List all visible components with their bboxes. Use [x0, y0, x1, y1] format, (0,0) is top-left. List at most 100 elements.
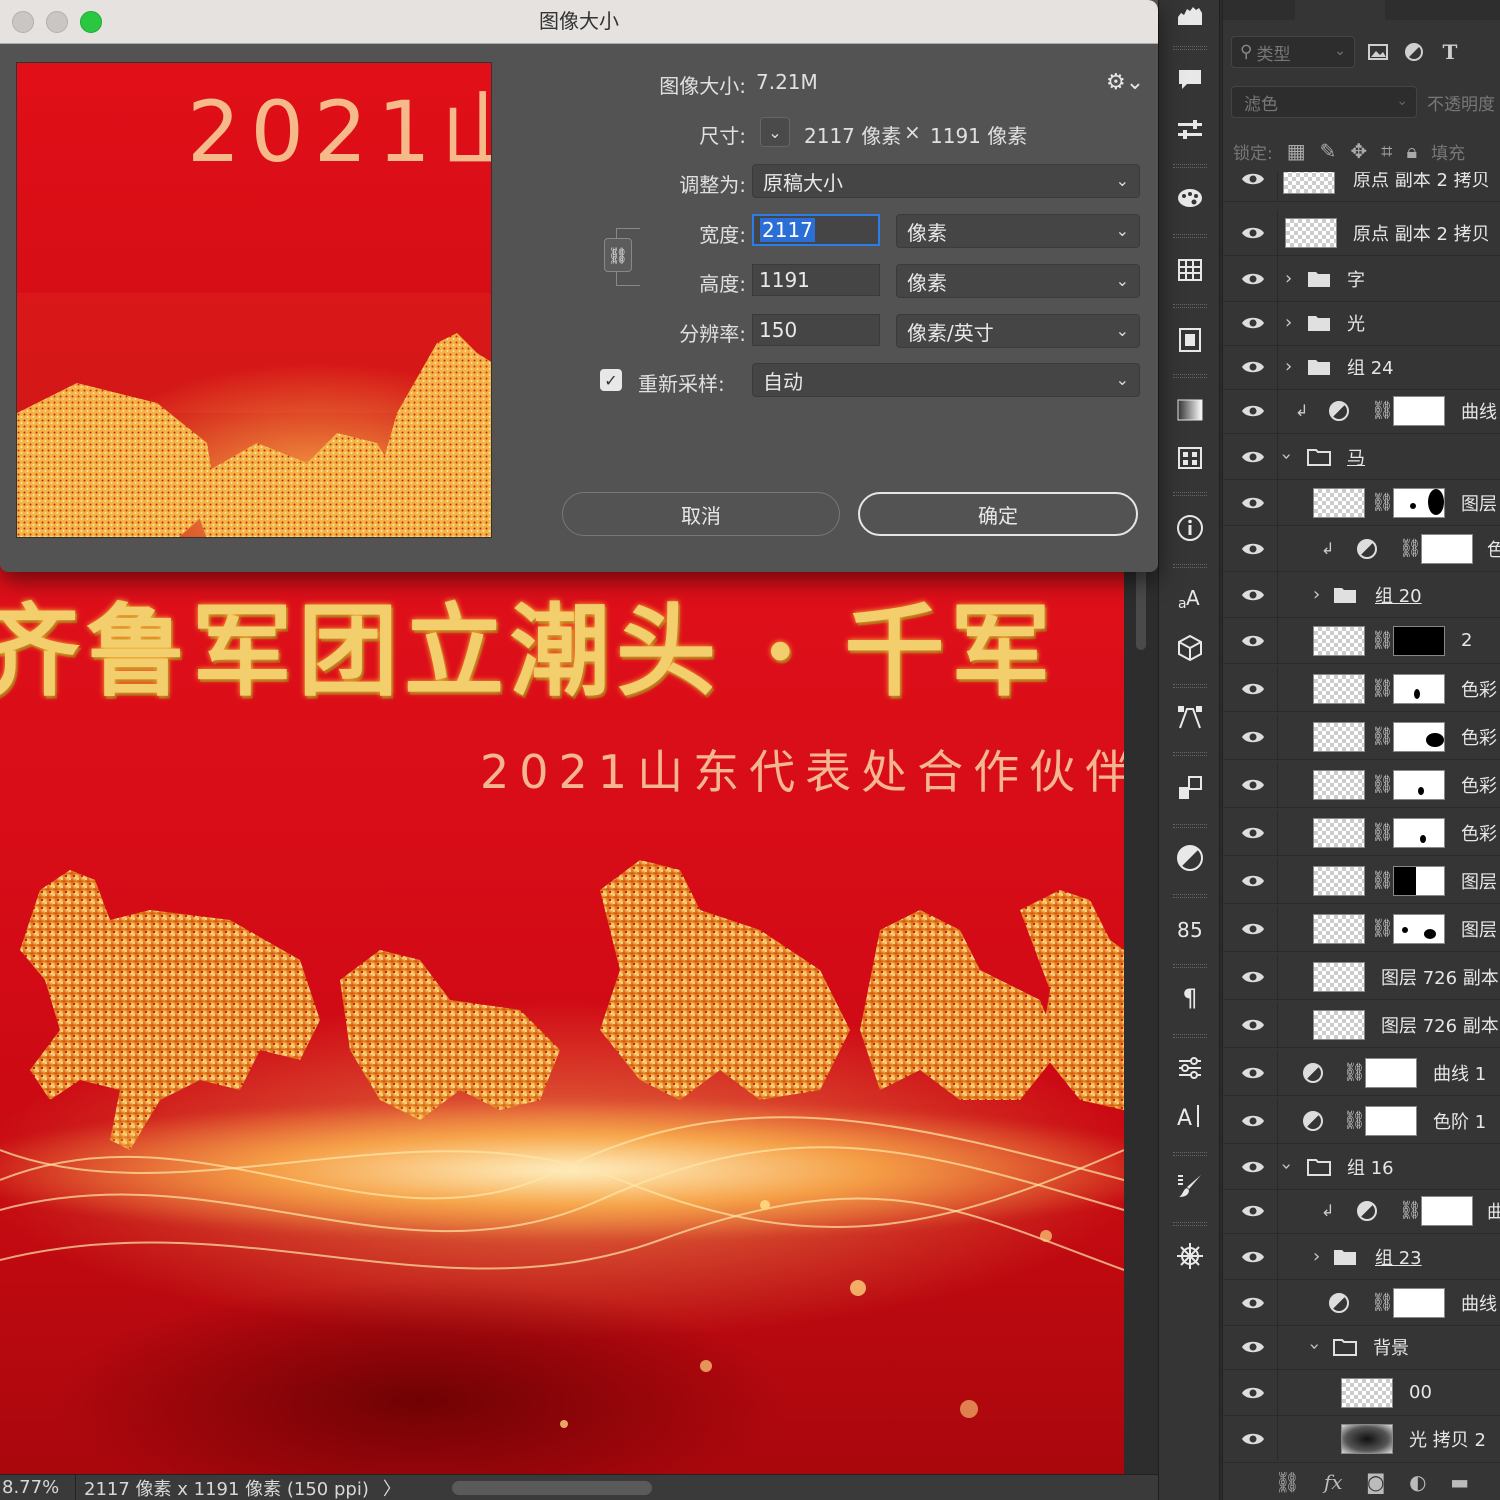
panel-grip[interactable]: [1173, 164, 1207, 168]
mask-link-icon[interactable]: ⛓: [1399, 538, 1422, 559]
tab-layers[interactable]: [1223, 0, 1293, 20]
mask-link-icon[interactable]: ⛓: [1371, 774, 1394, 795]
layer-row[interactable]: ⛓ 图层: [1223, 858, 1500, 904]
visibility-eye-icon[interactable]: [1241, 1249, 1265, 1265]
libraries-icon[interactable]: [1174, 324, 1206, 356]
visibility-eye-icon[interactable]: [1241, 873, 1265, 889]
mask-link-icon[interactable]: ⛓: [1371, 630, 1394, 651]
layer-row[interactable]: › 组 16: [1223, 1144, 1500, 1190]
expand-chevron-icon[interactable]: ›: [1313, 1246, 1320, 1267]
visibility-eye-icon[interactable]: [1241, 825, 1265, 841]
layer-row[interactable]: ↲ ⛓ 色: [1223, 526, 1500, 572]
layer-row[interactable]: 原点 副本 2 拷贝: [1223, 172, 1500, 202]
layer-row[interactable]: 光 拷贝 2: [1223, 1416, 1500, 1460]
visibility-eye-icon[interactable]: [1241, 921, 1265, 937]
mask-link-icon[interactable]: ⛓: [1371, 918, 1394, 939]
layer-row[interactable]: 图层 726 副本: [1223, 954, 1500, 1000]
3d-cube-icon[interactable]: [1174, 632, 1206, 664]
lock-transparent-pixels-icon[interactable]: ▦: [1287, 139, 1306, 163]
layer-row[interactable]: ⛓ 色阶 1: [1223, 1098, 1500, 1144]
mask-link-icon[interactable]: ⛓: [1343, 1062, 1366, 1083]
dialog-titlebar[interactable]: 图像大小: [0, 0, 1158, 44]
layer-row[interactable]: ⛓ 色彩: [1223, 666, 1500, 712]
pixel-layer-filter-icon[interactable]: [1365, 39, 1391, 65]
height-input[interactable]: 1191: [752, 264, 880, 296]
visibility-eye-icon[interactable]: [1241, 1159, 1265, 1175]
resample-method-select[interactable]: 自动 ⌄: [752, 363, 1140, 397]
clone-source-icon[interactable]: [1174, 772, 1206, 804]
width-input[interactable]: 2117: [752, 214, 880, 246]
cancel-button[interactable]: 取消: [562, 492, 840, 536]
adjustment-layer-filter-icon[interactable]: [1401, 39, 1427, 65]
layer-row[interactable]: ⛓ 曲线 1: [1223, 1050, 1500, 1096]
visibility-eye-icon[interactable]: [1241, 1295, 1265, 1311]
visibility-eye-icon[interactable]: [1241, 172, 1265, 187]
layer-row[interactable]: › 组 23: [1223, 1234, 1500, 1280]
comments-icon[interactable]: [1174, 64, 1206, 96]
panel-grip[interactable]: [1173, 752, 1207, 756]
collapse-chevron-icon[interactable]: ›: [1304, 1343, 1325, 1350]
panel-grip[interactable]: [1173, 304, 1207, 308]
collapse-chevron-icon[interactable]: ›: [1276, 1163, 1297, 1170]
mask-link-icon[interactable]: ⛓: [1399, 1200, 1422, 1221]
width-unit-select[interactable]: 像素 ⌄: [896, 214, 1140, 248]
character-styles-icon[interactable]: aA: [1174, 582, 1206, 614]
visibility-eye-icon[interactable]: [1241, 495, 1265, 511]
character-icon[interactable]: A: [1174, 1100, 1206, 1132]
visibility-eye-icon[interactable]: [1241, 359, 1265, 375]
panel-grip[interactable]: [1173, 824, 1207, 828]
lock-artboard-icon[interactable]: ⌗: [1381, 139, 1392, 163]
layer-row[interactable]: ⛓ 2: [1223, 618, 1500, 664]
blend-mode-select[interactable]: 滤色 ⌄: [1231, 86, 1417, 118]
adjustments-sliders-icon[interactable]: [1174, 114, 1206, 146]
height-unit-select[interactable]: 像素 ⌄: [896, 264, 1140, 298]
paths-icon[interactable]: [1174, 702, 1206, 734]
visibility-eye-icon[interactable]: [1241, 969, 1265, 985]
lock-position-icon[interactable]: ✥: [1350, 139, 1367, 163]
layer-row[interactable]: ⛓ 图层: [1223, 906, 1500, 952]
panel-grip[interactable]: [1173, 894, 1207, 898]
layer-row[interactable]: 图层 726 副本: [1223, 1002, 1500, 1048]
layer-row[interactable]: ⛓ 色彩: [1223, 762, 1500, 808]
visibility-eye-icon[interactable]: [1241, 403, 1265, 419]
new-adjustment-icon[interactable]: ◐: [1409, 1470, 1426, 1494]
expand-chevron-icon[interactable]: ›: [1285, 268, 1292, 289]
layer-row[interactable]: › 光: [1223, 300, 1500, 346]
visibility-eye-icon[interactable]: [1241, 633, 1265, 649]
layer-row[interactable]: ↲ ⛓ 曲线: [1223, 388, 1500, 434]
mask-link-icon[interactable]: ⛓: [1343, 1110, 1366, 1131]
tab-channels[interactable]: [1295, 0, 1385, 20]
layer-row[interactable]: › 背景: [1223, 1324, 1500, 1370]
panel-grip[interactable]: [1173, 684, 1207, 688]
layer-row[interactable]: ⛓ 图层: [1223, 480, 1500, 526]
fit-to-select[interactable]: 原稿大小 ⌄: [752, 164, 1140, 198]
mask-link-icon[interactable]: ⛓: [1371, 678, 1394, 699]
layer-row[interactable]: › 组 24: [1223, 344, 1500, 390]
visibility-eye-icon[interactable]: [1241, 1339, 1265, 1355]
status-chevron-icon[interactable]: 〉: [383, 1475, 401, 1500]
opacity-label[interactable]: 不透明度: [1427, 90, 1495, 115]
resolution-input[interactable]: 150: [752, 314, 880, 346]
layer-row[interactable]: 原点 副本 2 拷贝: [1223, 210, 1500, 256]
histogram-icon[interactable]: [1174, 0, 1206, 32]
visibility-eye-icon[interactable]: [1241, 1385, 1265, 1401]
brush-settings-icon[interactable]: [1174, 1170, 1206, 1202]
visibility-eye-icon[interactable]: [1241, 777, 1265, 793]
type-layer-filter-icon[interactable]: T: [1437, 39, 1463, 65]
fill-label[interactable]: 填充: [1431, 139, 1465, 164]
actions-icon[interactable]: 85: [1174, 912, 1206, 944]
layer-row[interactable]: ⛓ 曲线: [1223, 1280, 1500, 1326]
visibility-eye-icon[interactable]: [1241, 587, 1265, 603]
scrollbar-thumb[interactable]: [1136, 560, 1146, 650]
visibility-eye-icon[interactable]: [1241, 1017, 1265, 1033]
layer-row[interactable]: › 组 20: [1223, 572, 1500, 618]
ok-button[interactable]: 确定: [858, 492, 1138, 536]
layer-row[interactable]: 00: [1223, 1370, 1500, 1416]
expand-chevron-icon[interactable]: ›: [1285, 312, 1292, 333]
layer-kind-filter[interactable]: ⚲ 类型 ⌄: [1231, 36, 1355, 68]
panel-grip[interactable]: [1173, 1034, 1207, 1038]
zoom-level[interactable]: 8.77%: [0, 1475, 76, 1500]
dimensions-unit-dropdown[interactable]: ⌄: [760, 117, 790, 147]
layer-row[interactable]: ↲ ⛓ 曲: [1223, 1188, 1500, 1234]
panel-grip[interactable]: [1173, 964, 1207, 968]
